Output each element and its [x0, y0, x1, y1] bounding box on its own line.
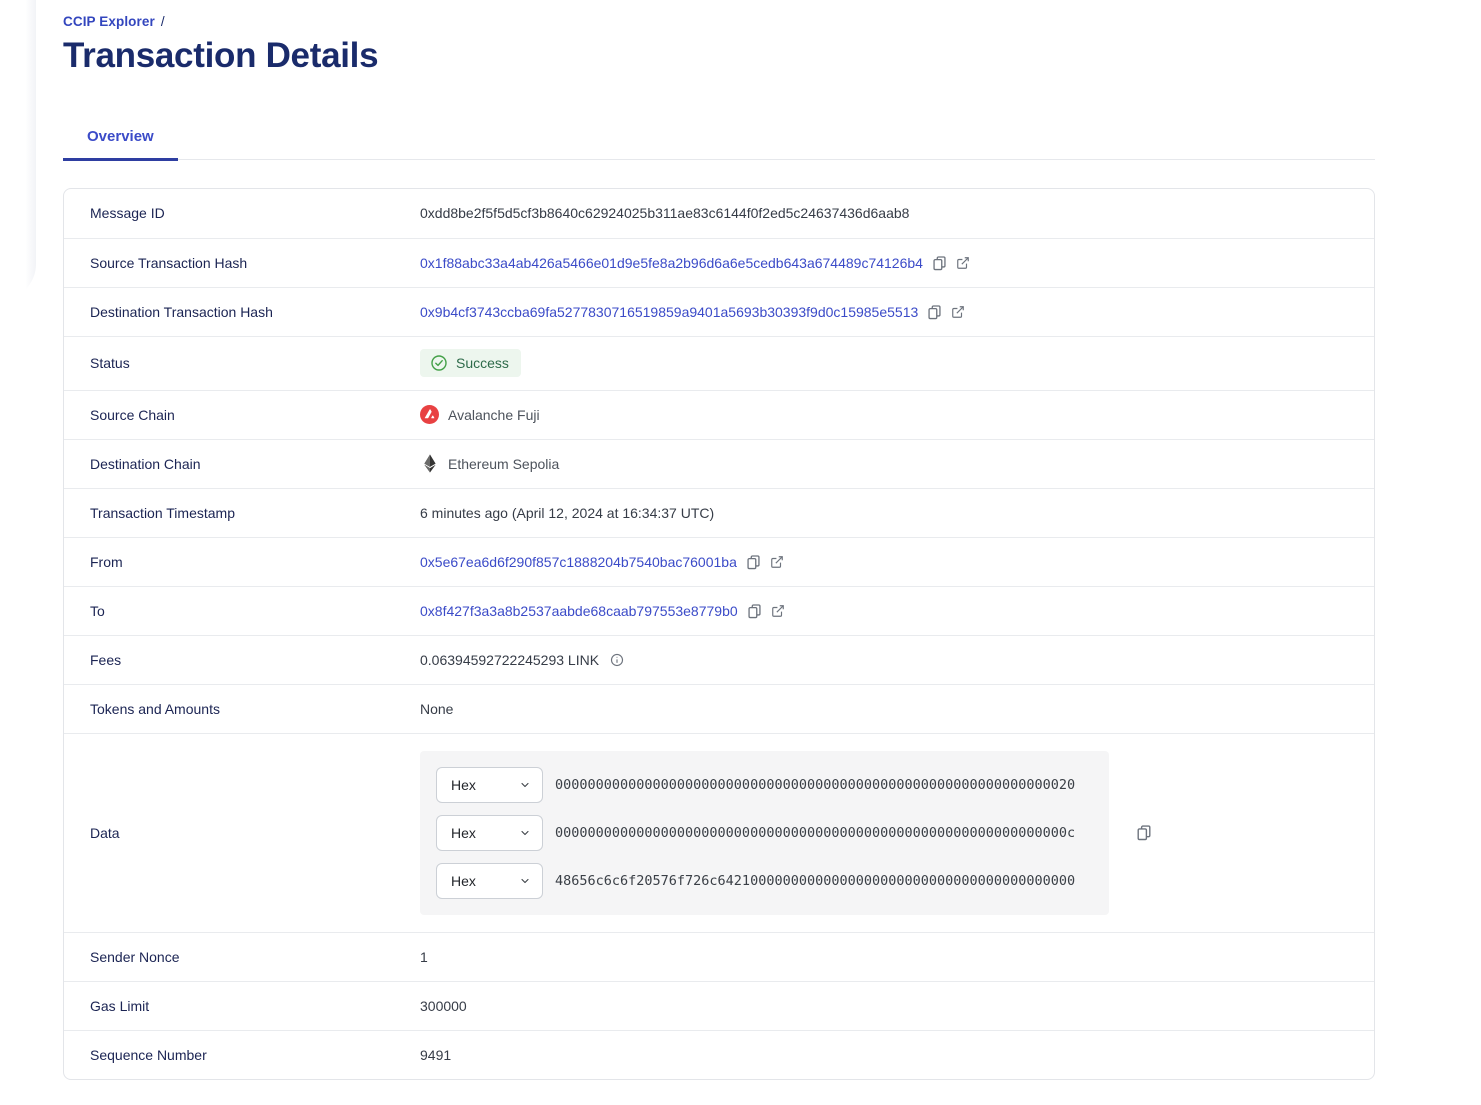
hex-line: 0000000000000000000000000000000000000000…: [555, 776, 1076, 793]
row-label: Transaction Timestamp: [90, 504, 235, 521]
fees-value: 0.06394592722245293 LINK: [420, 651, 600, 668]
timestamp-value: 6 minutes ago (April 12, 2024 at 16:34:3…: [420, 504, 715, 521]
message-id-value: 0xdd8be2f5f5d5cf3b8640c62924025b311ae83c…: [420, 205, 910, 221]
chevron-down-icon: [519, 827, 531, 839]
row-label: Message ID: [90, 205, 165, 221]
transaction-details-page: CCIP Explorer / Transaction Details Overv…: [0, 0, 1481, 1080]
to-address-link[interactable]: 0x8f427f3a3a8b2537aabde68caab797553e8779…: [420, 603, 738, 619]
dest-tx-hash-link[interactable]: 0x9b4cf3743ccba69fa5277830716519859a9401…: [420, 304, 918, 320]
source-chain-name: Avalanche Fuji: [448, 406, 540, 423]
info-icon[interactable]: [610, 653, 624, 667]
breadcrumb: CCIP Explorer /: [63, 14, 1418, 29]
sender-nonce-value: 1: [420, 948, 428, 965]
avalanche-icon: [420, 405, 439, 424]
row-label: Fees: [90, 651, 122, 668]
row-label: Gas Limit: [90, 997, 150, 1014]
external-link-icon[interactable]: [770, 555, 784, 569]
table-row-dest-tx-hash: Destination Transaction Hash 0x9b4cf3743…: [64, 286, 1374, 336]
check-circle-icon: [430, 354, 448, 372]
tokens-value: None: [420, 700, 454, 717]
table-row-gas-limit: Gas Limit 300000: [64, 980, 1374, 1030]
row-label: Destination Transaction Hash: [90, 303, 273, 320]
row-label: Sender Nonce: [90, 948, 180, 965]
sequence-number-value: 9491: [420, 1046, 452, 1063]
hex-line: 0000000000000000000000000000000000000000…: [555, 824, 1076, 841]
hex-line-row: Hex 48656c6c6f20576f726c6421000000000000…: [436, 862, 1093, 899]
dest-chain-name: Ethereum Sepolia: [448, 455, 560, 472]
external-link-icon[interactable]: [956, 256, 970, 270]
table-row-dest-chain: Destination Chain Ethereum Sepolia: [64, 438, 1374, 488]
status-text: Success: [456, 355, 509, 371]
table-row-fees: Fees 0.06394592722245293 LINK: [64, 634, 1374, 684]
data-hex-block: Hex 000000000000000000000000000000000000…: [420, 750, 1109, 915]
table-row-tokens: Tokens and Amounts None: [64, 683, 1374, 733]
row-label: To: [90, 602, 105, 619]
tab-overview[interactable]: Overview: [63, 118, 178, 161]
table-row-message-id: Message ID 0xdd8be2f5f5d5cf3b8640c629240…: [64, 189, 1374, 238]
table-row-data: Data Hex 0000000000000000000000000000000…: [64, 732, 1374, 932]
external-link-icon[interactable]: [951, 305, 965, 319]
table-row-sender-nonce: Sender Nonce 1: [64, 931, 1374, 981]
data-format-value: Hex: [451, 776, 476, 793]
copy-icon[interactable]: [746, 554, 761, 570]
row-label: Status: [90, 355, 130, 371]
copy-icon[interactable]: [927, 304, 942, 320]
table-row-status: Status Success: [64, 335, 1374, 390]
table-row-source-chain: Source Chain Avalanche Fuji: [64, 389, 1374, 439]
copy-icon[interactable]: [1136, 824, 1152, 841]
chevron-down-icon: [519, 779, 531, 791]
row-label: From: [90, 553, 123, 570]
hex-line-row: Hex 000000000000000000000000000000000000…: [436, 814, 1093, 851]
external-link-icon[interactable]: [771, 604, 785, 618]
row-label: Source Chain: [90, 406, 175, 423]
row-label: Data: [90, 824, 120, 841]
row-label: Source Transaction Hash: [90, 254, 248, 271]
transaction-details-table: Message ID 0xdd8be2f5f5d5cf3b8640c629240…: [63, 187, 1375, 1080]
breadcrumb-separator: /: [160, 14, 165, 29]
chevron-down-icon: [519, 875, 531, 887]
row-label: Destination Chain: [90, 455, 201, 472]
table-row-source-tx-hash: Source Transaction Hash 0x1f88abc33a4ab4…: [64, 237, 1374, 287]
copy-icon[interactable]: [932, 255, 947, 271]
row-label: Sequence Number: [90, 1046, 207, 1063]
table-row-from: From 0x5e67ea6d6f290f857c1888204b7540bac…: [64, 536, 1374, 586]
copy-icon[interactable]: [747, 603, 762, 619]
data-format-select[interactable]: Hex: [436, 862, 543, 899]
gas-limit-value: 300000: [420, 997, 467, 1014]
data-format-select[interactable]: Hex: [436, 814, 543, 851]
table-row-to: To 0x8f427f3a3a8b2537aabde68caab797553e8…: [64, 585, 1374, 635]
page-title: Transaction Details: [63, 36, 379, 75]
data-format-value: Hex: [451, 824, 476, 841]
hex-line-row: Hex 000000000000000000000000000000000000…: [436, 766, 1093, 803]
data-format-select[interactable]: Hex: [436, 766, 543, 803]
tab-bar: Overview: [63, 118, 1375, 161]
table-row-timestamp: Transaction Timestamp 6 minutes ago (Apr…: [64, 487, 1374, 537]
ethereum-icon: [420, 454, 439, 473]
data-format-value: Hex: [451, 872, 476, 889]
source-tx-hash-link[interactable]: 0x1f88abc33a4ab426a5466e01d9e5fe8a2b96d6…: [420, 255, 923, 271]
breadcrumb-ccip-explorer-link[interactable]: CCIP Explorer: [63, 14, 155, 29]
table-row-sequence-number: Sequence Number 9491: [64, 1029, 1374, 1079]
from-address-link[interactable]: 0x5e67ea6d6f290f857c1888204b7540bac76001…: [420, 554, 737, 570]
status-badge: Success: [420, 349, 521, 377]
hex-line: 48656c6c6f20576f726c64210000000000000000…: [555, 872, 1076, 889]
row-label: Tokens and Amounts: [90, 700, 220, 717]
